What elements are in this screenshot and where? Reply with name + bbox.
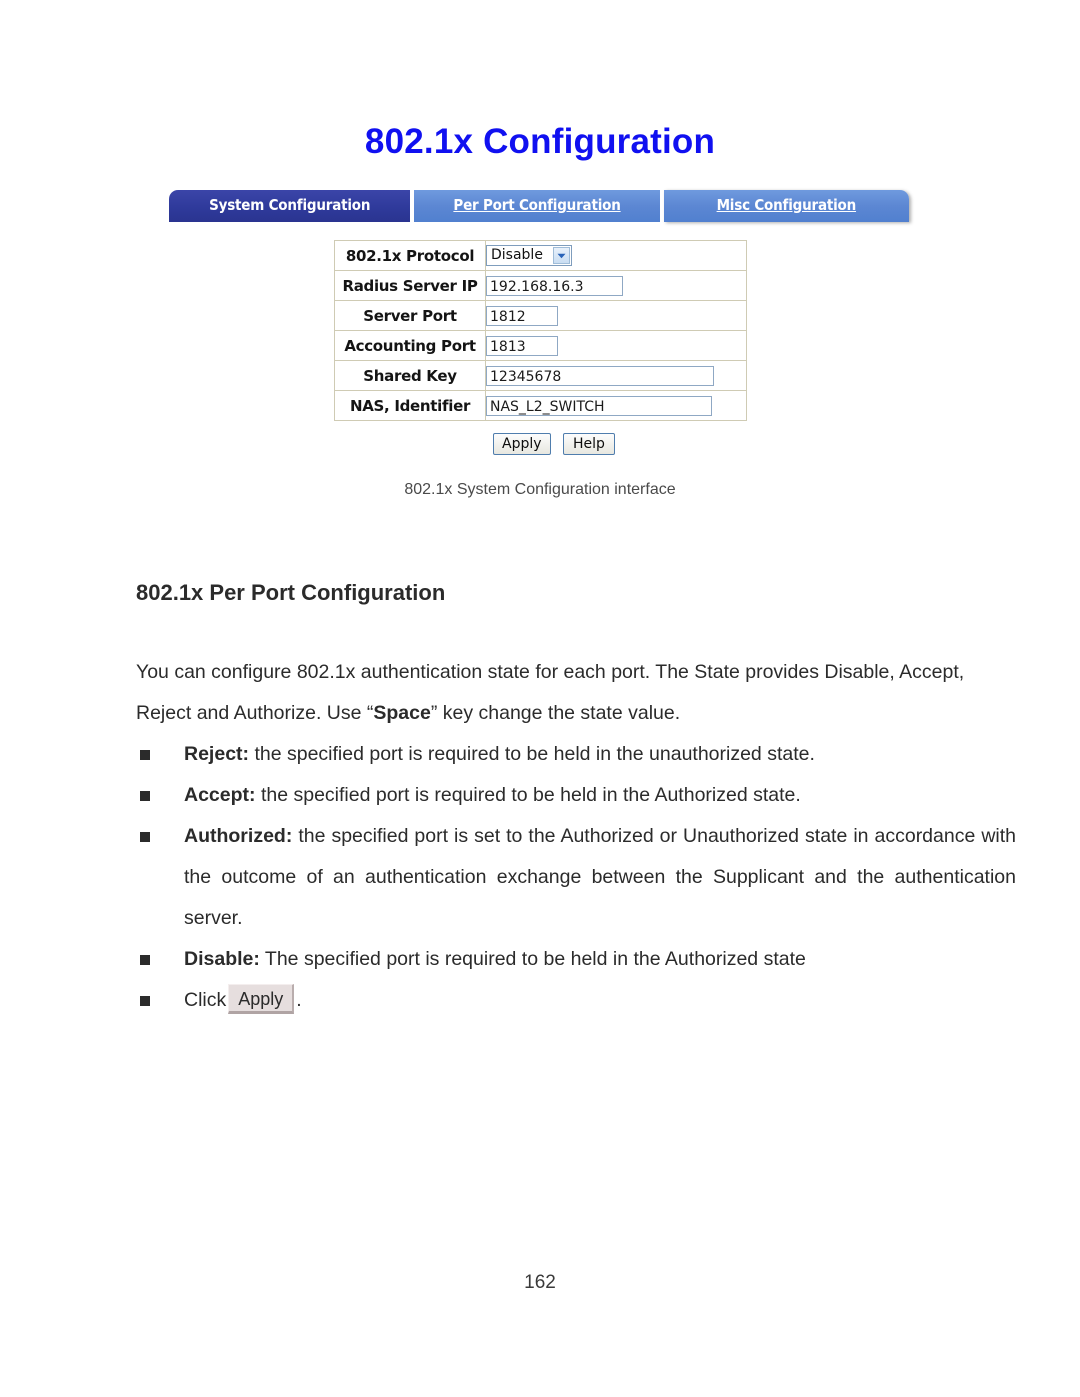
square-bullet-icon xyxy=(140,750,150,760)
table-row: NAS, Identifier NAS_L2_SWITCH xyxy=(334,390,747,421)
list-item-accept-term: Accept: xyxy=(184,784,256,806)
list-item-reject-term: Reject: xyxy=(184,743,250,765)
tab-bar: System Configuration Per Port Configurat… xyxy=(169,190,909,222)
field-cell-nas-identifier: NAS_L2_SWITCH xyxy=(485,390,747,421)
field-cell-accounting-port: 1813 xyxy=(485,330,747,361)
page-title: 802.1x Configuration xyxy=(364,122,716,161)
protocol-select[interactable]: Disable xyxy=(486,245,572,266)
state-options-list: Reject: the specified port is required t… xyxy=(136,734,1016,1021)
list-item-authorized: Authorized: the specified port is set to… xyxy=(136,816,1016,939)
list-item-reject: Reject: the specified port is required t… xyxy=(136,734,1016,775)
radius-server-ip-input[interactable]: 192.168.16.3 xyxy=(486,275,623,296)
tab-per-port-configuration-label: Per Port Configuration xyxy=(453,196,621,214)
list-item-authorized-text: the specified port is set to the Authori… xyxy=(184,825,1016,929)
click-label: Click xyxy=(184,989,227,1011)
table-row: Shared Key 12345678 xyxy=(334,360,747,391)
body-copy: You can configure 802.1x authentication … xyxy=(136,652,1016,1021)
list-item-disable-text: The specified port is required to be hel… xyxy=(259,948,806,970)
field-cell-server-port: 1812 xyxy=(485,300,747,331)
apply-button[interactable]: Apply xyxy=(493,433,551,455)
list-item-disable-term: Disable: xyxy=(184,948,260,970)
button-row: Apply Help xyxy=(170,433,910,455)
table-row: Accounting Port 1813 xyxy=(334,330,747,361)
figure-caption: 802.1x System Configuration interface xyxy=(404,481,676,498)
page-number: 162 xyxy=(524,1272,556,1293)
tab-per-port-configuration[interactable]: Per Port Configuration xyxy=(414,190,660,222)
label-radius-server-ip: Radius Server IP xyxy=(334,270,486,301)
accounting-port-input[interactable]: 1813 xyxy=(486,335,558,356)
field-cell-shared-key: 12345678 xyxy=(485,360,747,391)
tab-system-configuration-label: System Configuration xyxy=(209,196,371,214)
intro-text-part2: ” key change the state value. xyxy=(430,702,681,724)
label-shared-key: Shared Key xyxy=(334,360,486,391)
square-bullet-icon xyxy=(140,955,150,965)
tab-misc-configuration[interactable]: Misc Configuration xyxy=(663,190,909,222)
tab-misc-configuration-label: Misc Configuration xyxy=(716,196,857,214)
section-heading: 802.1x Per Port Configuration xyxy=(136,580,446,605)
label-accounting-port: Accounting Port xyxy=(334,330,486,361)
list-item-accept-text: the specified port is required to be hel… xyxy=(255,784,801,806)
protocol-select-value: Disable xyxy=(491,247,543,263)
list-item-click-apply: Click Apply. xyxy=(136,980,1016,1021)
tab-system-configuration[interactable]: System Configuration xyxy=(169,190,411,222)
nas-identifier-input[interactable]: NAS_L2_SWITCH xyxy=(486,395,712,416)
table-row: Server Port 1812 xyxy=(334,300,747,331)
intro-paragraph: You can configure 802.1x authentication … xyxy=(136,652,1016,734)
field-cell-radius-server-ip: 192.168.16.3 xyxy=(485,270,747,301)
click-period: . xyxy=(296,989,302,1011)
shared-key-input[interactable]: 12345678 xyxy=(486,365,714,386)
table-row: Radius Server IP 192.168.16.3 xyxy=(334,270,747,301)
screenshot-figure: System Configuration Per Port Configurat… xyxy=(0,190,1080,499)
table-row: 802.1x Protocol Disable xyxy=(334,240,747,271)
square-bullet-icon xyxy=(140,996,150,1006)
config-form: 802.1x Protocol Disable Radius Server IP… xyxy=(170,240,910,421)
label-nas-identifier: NAS, Identifier xyxy=(334,390,486,421)
list-item-authorized-term: Authorized: xyxy=(184,825,293,847)
square-bullet-icon xyxy=(140,832,150,842)
server-port-input[interactable]: 1812 xyxy=(486,305,558,326)
label-802-1x-protocol: 802.1x Protocol xyxy=(334,240,486,271)
intro-bold-space: Space xyxy=(373,702,431,724)
config-table: 802.1x Protocol Disable Radius Server IP… xyxy=(334,240,747,421)
field-cell-protocol: Disable xyxy=(485,240,747,271)
list-item-reject-text: the specified port is required to be hel… xyxy=(249,743,815,765)
square-bullet-icon xyxy=(140,791,150,801)
help-button[interactable]: Help xyxy=(562,433,615,455)
inline-apply-button[interactable]: Apply xyxy=(228,983,295,1014)
list-item-accept: Accept: the specified port is required t… xyxy=(136,775,1016,816)
chevron-down-icon[interactable] xyxy=(553,247,570,264)
label-server-port: Server Port xyxy=(334,300,486,331)
list-item-disable: Disable: The specified port is required … xyxy=(136,939,1016,980)
